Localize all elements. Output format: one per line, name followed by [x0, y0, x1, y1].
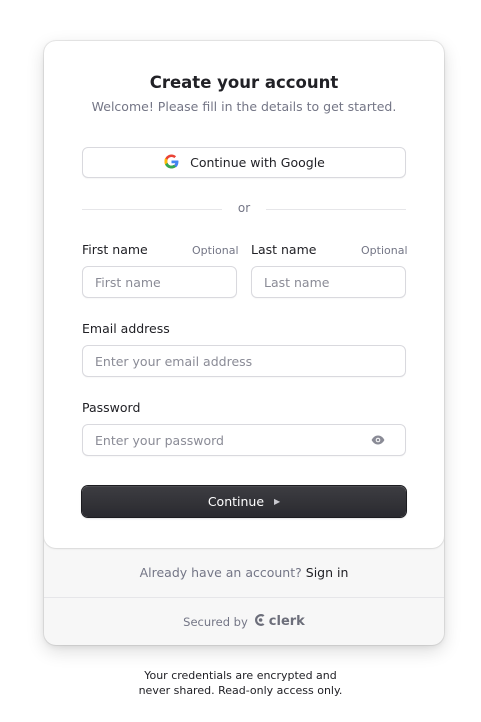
eye-icon[interactable]: [370, 433, 386, 447]
password-label: Password: [82, 400, 141, 415]
continue-button[interactable]: Continue ▶: [82, 486, 406, 517]
email-input[interactable]: [82, 345, 406, 377]
first-name-label: First name: [82, 242, 148, 257]
security-note: Your credentials are encrypted and never…: [0, 668, 481, 698]
continue-with-google-button[interactable]: Continue with Google: [82, 147, 406, 178]
last-name-optional-tag: Optional: [361, 244, 408, 257]
clerk-logo[interactable]: clerk: [254, 613, 305, 631]
email-label: Email address: [82, 321, 170, 336]
divider-text: or: [237, 201, 251, 215]
continue-button-label: Continue: [207, 494, 265, 509]
play-arrow-icon: ▶: [274, 497, 281, 506]
security-note-line-2: never shared. Read-only access only.: [138, 684, 343, 697]
or-divider: or: [82, 201, 406, 217]
sign-up-card-body: Create your account Welcome! Please fill…: [44, 41, 444, 548]
last-name-input[interactable]: [251, 266, 406, 298]
secured-by-text: Secured by: [183, 614, 248, 629]
page-subtitle: Welcome! Please fill in the details to g…: [91, 99, 397, 114]
google-g-icon: [163, 153, 180, 173]
page-title: Create your account: [149, 73, 339, 92]
secured-by-footer: Secured by clerk: [44, 598, 444, 645]
clerk-logo-text: clerk: [268, 614, 305, 629]
password-input[interactable]: [82, 424, 406, 456]
first-name-input[interactable]: [82, 266, 237, 298]
sign-in-prompt-text: Already have an account?: [139, 565, 302, 580]
sign-up-card: Create your account Welcome! Please fill…: [44, 41, 444, 645]
last-name-label: Last name: [251, 242, 317, 257]
security-note-line-1: Your credentials are encrypted and: [144, 669, 337, 682]
clerk-logo-icon: [254, 613, 267, 631]
continue-with-google-label: Continue with Google: [190, 155, 325, 170]
sign-in-link[interactable]: Sign in: [306, 565, 349, 580]
first-name-optional-tag: Optional: [192, 244, 239, 257]
sign-in-prompt: Already have an account? Sign in: [44, 548, 444, 597]
divider-line-right: [266, 209, 406, 210]
